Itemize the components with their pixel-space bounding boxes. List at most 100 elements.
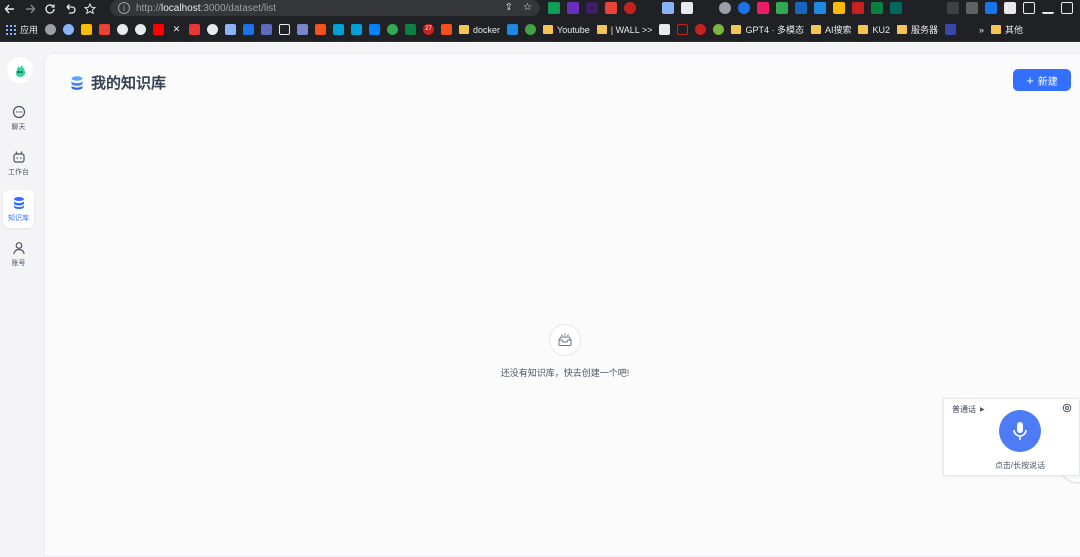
extension-icon[interactable] [681, 2, 693, 14]
zhihu-icon [369, 24, 381, 35]
language-selector[interactable]: 普通话 ▶ [952, 404, 985, 415]
side-panel-icon[interactable] [1061, 2, 1073, 14]
bookmark-bing[interactable] [243, 24, 255, 35]
bookmark-site[interactable] [189, 24, 201, 35]
bookmark-site[interactable] [507, 24, 519, 35]
bookmark-site[interactable] [695, 24, 707, 35]
extension-icon[interactable] [871, 2, 883, 14]
bookmark-site[interactable] [261, 24, 273, 35]
bookmark-other[interactable]: 其他 [991, 23, 1023, 36]
extension-icon[interactable] [795, 2, 807, 14]
extension-icon[interactable] [719, 2, 731, 14]
extensions-menu-icon[interactable] [1004, 2, 1016, 14]
bookmark-openai[interactable] [207, 24, 219, 35]
bookmark-site[interactable] [441, 24, 453, 35]
bookmark-site[interactable] [63, 24, 75, 35]
extension-icon[interactable] [586, 2, 598, 14]
extension-icon[interactable] [985, 2, 997, 14]
bookmark-sparkle[interactable] [225, 24, 237, 35]
extension-icon[interactable] [757, 2, 769, 14]
extension-icon[interactable] [890, 2, 902, 14]
extension-icon[interactable] [928, 2, 940, 14]
site-icon [677, 24, 689, 35]
bookmark-github[interactable] [117, 24, 129, 35]
bookmark-site[interactable] [297, 24, 309, 35]
bookmark-star-icon[interactable] [80, 0, 100, 18]
github-icon [117, 24, 129, 35]
sidebar-item-knowledge-base[interactable]: 知识库 [3, 190, 34, 228]
extension-icon[interactable] [643, 2, 655, 14]
settings-icon[interactable] [1062, 403, 1072, 413]
extension-icon[interactable] [662, 2, 674, 14]
extension-icon[interactable] [852, 2, 864, 14]
sidebar-item-label: 账号 [11, 259, 26, 267]
bookmark-bilibili[interactable] [333, 24, 345, 35]
back-icon[interactable] [0, 0, 20, 18]
bookmarks-overflow[interactable]: » [979, 25, 984, 35]
extension-icon[interactable] [605, 2, 617, 14]
extension-icon[interactable] [624, 2, 636, 14]
microphone-button[interactable] [999, 410, 1041, 452]
bookmark-ku2[interactable]: KU2 [858, 25, 890, 35]
extension-icon[interactable] [833, 2, 845, 14]
star-icon[interactable]: ☆ [523, 2, 532, 13]
bookmark-site[interactable] [677, 24, 689, 35]
folder-icon [459, 25, 470, 34]
extension-icon[interactable] [947, 2, 959, 14]
bookmark-wall[interactable]: | WALL >> [596, 25, 652, 35]
extension-icon[interactable] [966, 2, 978, 14]
site-info-icon[interactable]: i [118, 2, 130, 14]
bookmark-counter[interactable]: 27 [423, 24, 435, 35]
extension-icon[interactable] [567, 2, 579, 14]
bookmark-youtube-icon[interactable] [153, 24, 165, 35]
bookmark-bilibili-2[interactable] [351, 24, 363, 35]
sidebar-item-workbench[interactable]: 工作台 [3, 144, 34, 182]
bookmark-tiktok[interactable] [279, 24, 291, 35]
download-icon[interactable] [1042, 2, 1054, 14]
bookmark-drive[interactable] [81, 24, 93, 35]
bookmark-site[interactable] [387, 24, 399, 35]
reload-icon[interactable] [40, 0, 60, 18]
bookmark-site[interactable] [405, 24, 417, 35]
crop-icon[interactable] [1023, 2, 1035, 14]
bookmark-settings[interactable] [45, 24, 57, 35]
robot-icon [12, 150, 26, 164]
bookmark-x[interactable]: ✕ [171, 24, 183, 35]
bookmark-docker[interactable]: docker [459, 25, 500, 35]
extension-icon[interactable] [814, 2, 826, 14]
extension-icon[interactable] [548, 2, 560, 14]
forward-icon[interactable] [20, 0, 40, 18]
site-icon [525, 24, 537, 35]
bookmark-youtube[interactable]: Youtube [543, 25, 590, 35]
sidebar-item-account[interactable]: 账号 [3, 235, 34, 273]
bookmark-site[interactable] [315, 24, 327, 35]
site-icon [713, 24, 725, 35]
bookmark-github-2[interactable] [135, 24, 147, 35]
site-icon [945, 24, 957, 35]
bookmark-site[interactable] [713, 24, 725, 35]
bookmark-zhihu[interactable] [369, 24, 381, 35]
app-logo[interactable] [7, 57, 33, 83]
undo-icon[interactable] [60, 0, 80, 18]
bookmark-apps[interactable]: 应用 [6, 23, 38, 36]
bookmark-site[interactable] [525, 24, 537, 35]
new-knowledge-base-button[interactable]: + 新建 [1013, 69, 1071, 91]
bookmark-site[interactable] [945, 24, 957, 35]
folder-icon [858, 25, 869, 34]
sidebar-item-chat[interactable]: 聊天 [3, 99, 34, 137]
extension-icon[interactable] [700, 2, 712, 14]
extension-icon[interactable] [738, 2, 750, 14]
bookmark-gmail[interactable] [99, 24, 111, 35]
gear-icon [45, 24, 57, 35]
page-header: 我的知识库 [69, 72, 166, 93]
bookmark-ai-search[interactable]: AI搜索 [810, 23, 851, 36]
bookmark-site[interactable] [659, 24, 671, 35]
extension-icon[interactable] [776, 2, 788, 14]
bookmark-server[interactable]: 服务器 [897, 23, 938, 36]
share-icon[interactable]: ⇪ [505, 2, 513, 13]
extension-icon[interactable] [909, 2, 921, 14]
address-bar[interactable]: i http://localhost:3000/dataset/list ⇪ ☆ [110, 0, 540, 16]
bookmark-gpt4[interactable]: GPT4 · 多模态 [731, 23, 804, 36]
bilibili-icon [333, 24, 345, 35]
site-icon [507, 24, 519, 35]
